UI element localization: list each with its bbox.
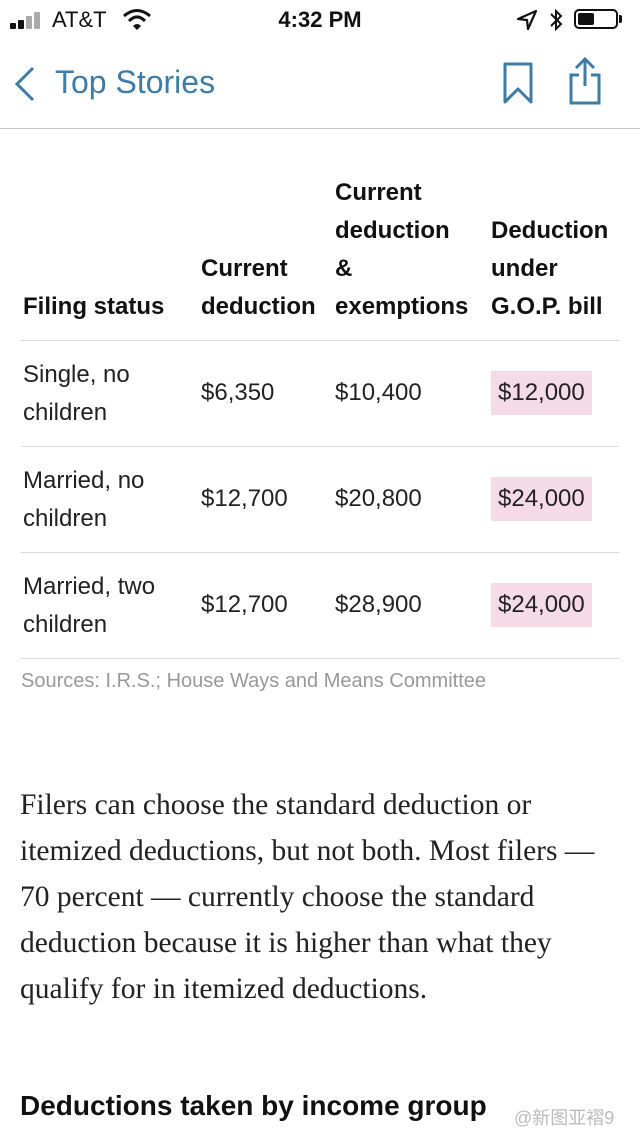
bookmark-icon[interactable] [502, 62, 534, 104]
table-source-note: Sources: I.R.S.; House Ways and Means Co… [21, 670, 486, 692]
cell-filing-status: Single, no children [23, 361, 130, 426]
status-time: 4:32 PM [278, 7, 362, 32]
deduction-table: Filing status Current deduction Current … [21, 172, 619, 659]
cell-current-deduction: $6,350 [201, 379, 275, 406]
header-filing-status: Filing status [23, 293, 165, 320]
header-current-deduction: Current deduction [201, 255, 316, 320]
table-row: Married, no children $12,700 $20,800 $24… [21, 447, 619, 553]
back-button[interactable]: Top Stories [55, 64, 215, 101]
status-bar: AT&T 4:32 PM [0, 0, 640, 40]
article-paragraph: Filers can choose the standard deduction… [20, 788, 595, 1005]
table-row: Married, two children $12,700 $28,900 $2… [21, 553, 619, 659]
cell-deduction-exemptions: $28,900 [335, 591, 422, 618]
cell-filing-status: Married, no children [23, 467, 145, 532]
cell-deduction-exemptions: $20,800 [335, 485, 422, 512]
table-row: Single, no children $6,350 $10,400 $12,0… [21, 341, 619, 447]
cell-filing-status: Married, two children [23, 573, 156, 638]
battery-cap [619, 15, 622, 23]
watermark: @新图亚褶9 [514, 1108, 615, 1128]
cell-gop-deduction: $12,000 [491, 371, 592, 415]
header-gop-bill: Deduction under G.O.P. bill [491, 217, 609, 320]
share-icon[interactable] [568, 56, 602, 106]
bluetooth-icon [550, 8, 563, 32]
cell-current-deduction: $12,700 [201, 591, 288, 618]
location-arrow-icon [516, 9, 538, 31]
cell-current-deduction: $12,700 [201, 485, 288, 512]
header-deduction-exemptions: Current deduction & exemptions [335, 179, 469, 320]
section-subhead: Deductions taken by income group [20, 1090, 487, 1121]
chevron-left-icon[interactable] [14, 66, 36, 102]
cell-gop-deduction: $24,000 [491, 477, 592, 521]
cell-deduction-exemptions: $10,400 [335, 379, 422, 406]
table-header-row: Filing status Current deduction Current … [21, 172, 619, 341]
cell-gop-deduction: $24,000 [491, 583, 592, 627]
nav-bar: Top Stories [0, 40, 640, 129]
battery-icon [574, 9, 618, 29]
